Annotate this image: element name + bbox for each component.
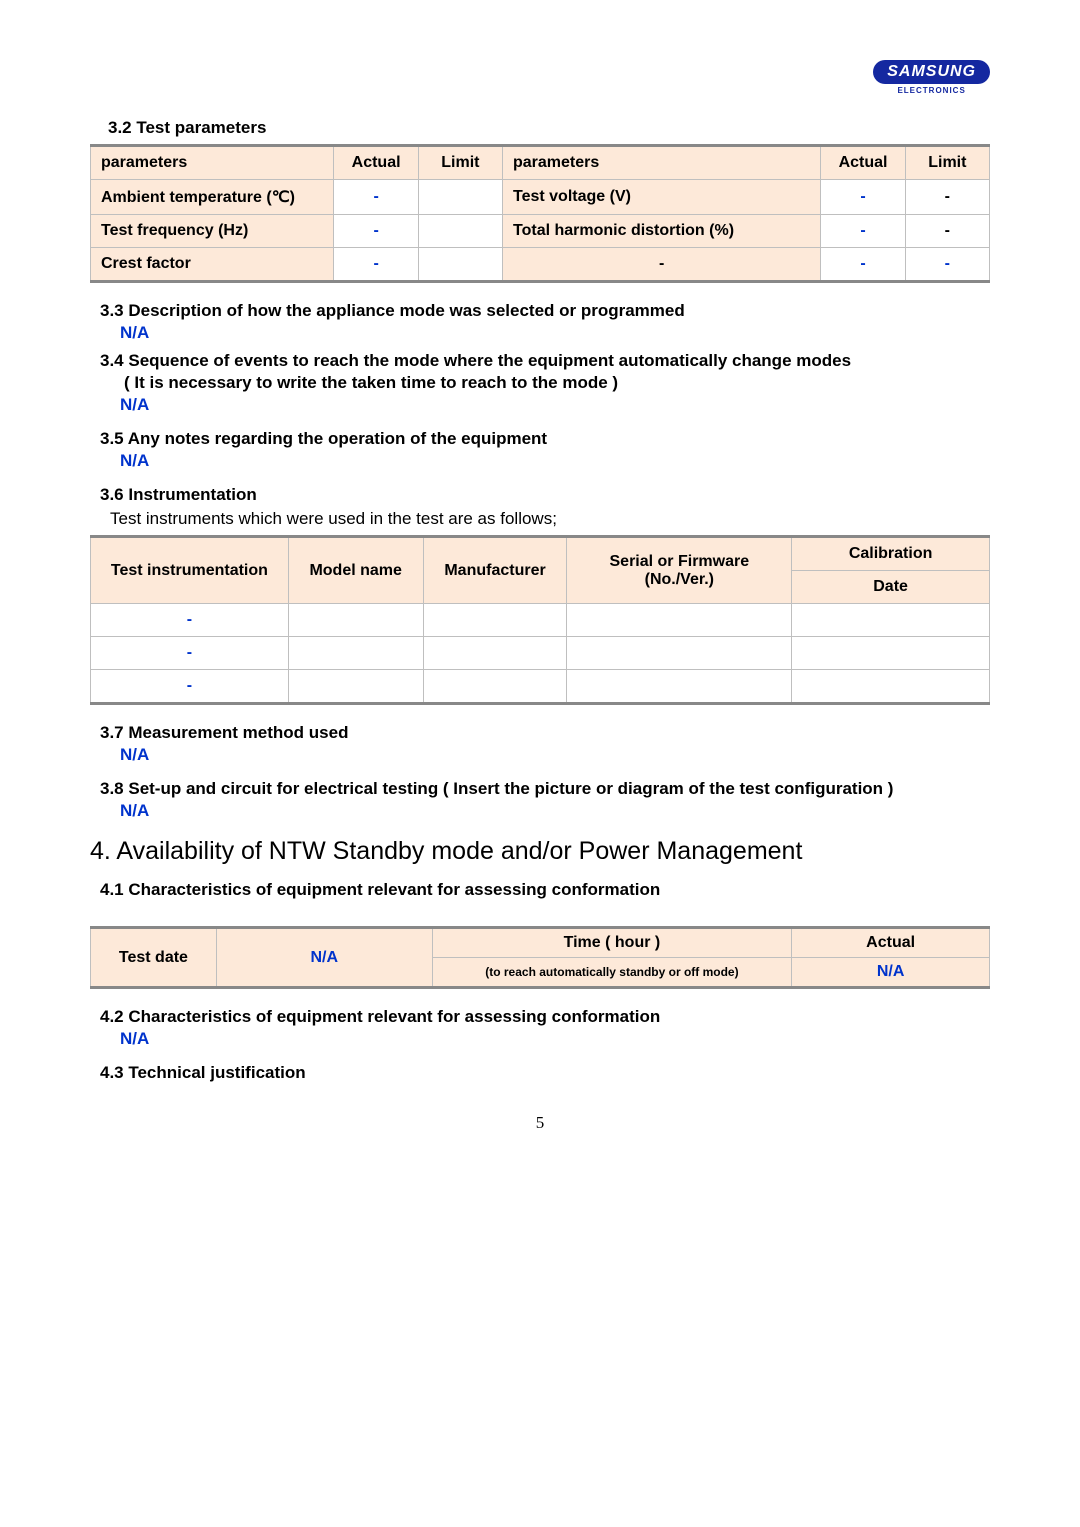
param-test-voltage: Test voltage (V)	[503, 180, 821, 215]
test-parameters-table: parameters Actual Limit parameters Actua…	[90, 144, 990, 283]
col-mfr: Manufacturer	[423, 537, 567, 604]
logo-main: SAMSUNG	[873, 60, 990, 84]
col-model: Model name	[288, 537, 423, 604]
cell: -	[334, 248, 418, 282]
cell: -	[91, 637, 289, 670]
cell	[792, 670, 990, 704]
instrumentation-table: Test instrumentation Model name Manufact…	[90, 535, 990, 705]
cell-na: N/A	[216, 928, 432, 988]
cell: -	[821, 248, 905, 282]
param-test-freq: Test frequency (Hz)	[91, 215, 334, 248]
col-calibration: Calibration	[792, 537, 990, 571]
section-3-8-title: 3.8 Set-up and circuit for electrical te…	[100, 779, 990, 799]
col-parameters-2: parameters	[503, 146, 821, 180]
cell-actual-na: N/A	[792, 958, 990, 988]
section-4-title: 4. Availability of NTW Standby mode and/…	[90, 837, 990, 866]
cell	[288, 637, 423, 670]
col-time-sub: (to reach automatically standby or off m…	[432, 958, 792, 988]
cell: -	[905, 215, 989, 248]
section-3-6-title: 3.6 Instrumentation	[100, 485, 990, 505]
col-time: Time ( hour )	[432, 928, 792, 958]
cell	[567, 604, 792, 637]
section-4-1-title: 4.1 Characteristics of equipment relevan…	[100, 880, 990, 900]
cell: -	[91, 604, 289, 637]
cell: -	[334, 215, 418, 248]
cell	[418, 248, 502, 282]
section-3-2-title: 3.2 Test parameters	[108, 118, 990, 138]
cell: -	[905, 180, 989, 215]
param-ambient-temp: Ambient temperature (℃)	[91, 180, 334, 215]
section-3-7-value: N/A	[120, 745, 990, 765]
section-4-2-value: N/A	[120, 1029, 990, 1049]
col-test-date: Test date	[91, 928, 217, 988]
cell	[288, 670, 423, 704]
section-3-6-desc: Test instruments which were used in the …	[110, 509, 990, 529]
cell	[418, 180, 502, 215]
param-blank: -	[503, 248, 821, 282]
cell: -	[821, 215, 905, 248]
cell	[792, 604, 990, 637]
col-limit: Limit	[418, 146, 502, 180]
cell: -	[905, 248, 989, 282]
section-3-5-title: 3.5 Any notes regarding the operation of…	[100, 429, 990, 449]
param-thd: Total harmonic distortion (%)	[503, 215, 821, 248]
cell	[288, 604, 423, 637]
section-3-7-title: 3.7 Measurement method used	[100, 723, 990, 743]
section-3-8-value: N/A	[120, 801, 990, 821]
cell	[567, 670, 792, 704]
cell	[423, 637, 567, 670]
col-test-instr: Test instrumentation	[91, 537, 289, 604]
conformation-table: Test date N/A Time ( hour ) Actual (to r…	[90, 926, 990, 989]
logo-sub: ELECTRONICS	[873, 86, 990, 95]
cell	[792, 637, 990, 670]
col-serial: Serial or Firmware (No./Ver.)	[567, 537, 792, 604]
cell	[418, 215, 502, 248]
col-parameters: parameters	[91, 146, 334, 180]
section-3-3-title: 3.3 Description of how the appliance mod…	[100, 301, 990, 321]
cell	[567, 637, 792, 670]
section-3-4-sub: ( It is necessary to write the taken tim…	[124, 373, 990, 393]
section-3-3-value: N/A	[120, 323, 990, 343]
cell	[423, 604, 567, 637]
col-actual: Actual	[334, 146, 418, 180]
section-3-4-title: 3.4 Sequence of events to reach the mode…	[100, 351, 990, 371]
cell: -	[91, 670, 289, 704]
page-number: 5	[90, 1113, 990, 1133]
section-4-3-title: 4.3 Technical justification	[100, 1063, 990, 1083]
param-crest: Crest factor	[91, 248, 334, 282]
header-logo: SAMSUNG ELECTRONICS	[90, 60, 990, 98]
section-3-5-value: N/A	[120, 451, 990, 471]
cell	[423, 670, 567, 704]
col-limit-2: Limit	[905, 146, 989, 180]
section-3-4-value: N/A	[120, 395, 990, 415]
col-date: Date	[792, 571, 990, 604]
section-4-2-title: 4.2 Characteristics of equipment relevan…	[100, 1007, 990, 1027]
col-actual: Actual	[792, 928, 990, 958]
cell: -	[334, 180, 418, 215]
col-actual-2: Actual	[821, 146, 905, 180]
cell: -	[821, 180, 905, 215]
